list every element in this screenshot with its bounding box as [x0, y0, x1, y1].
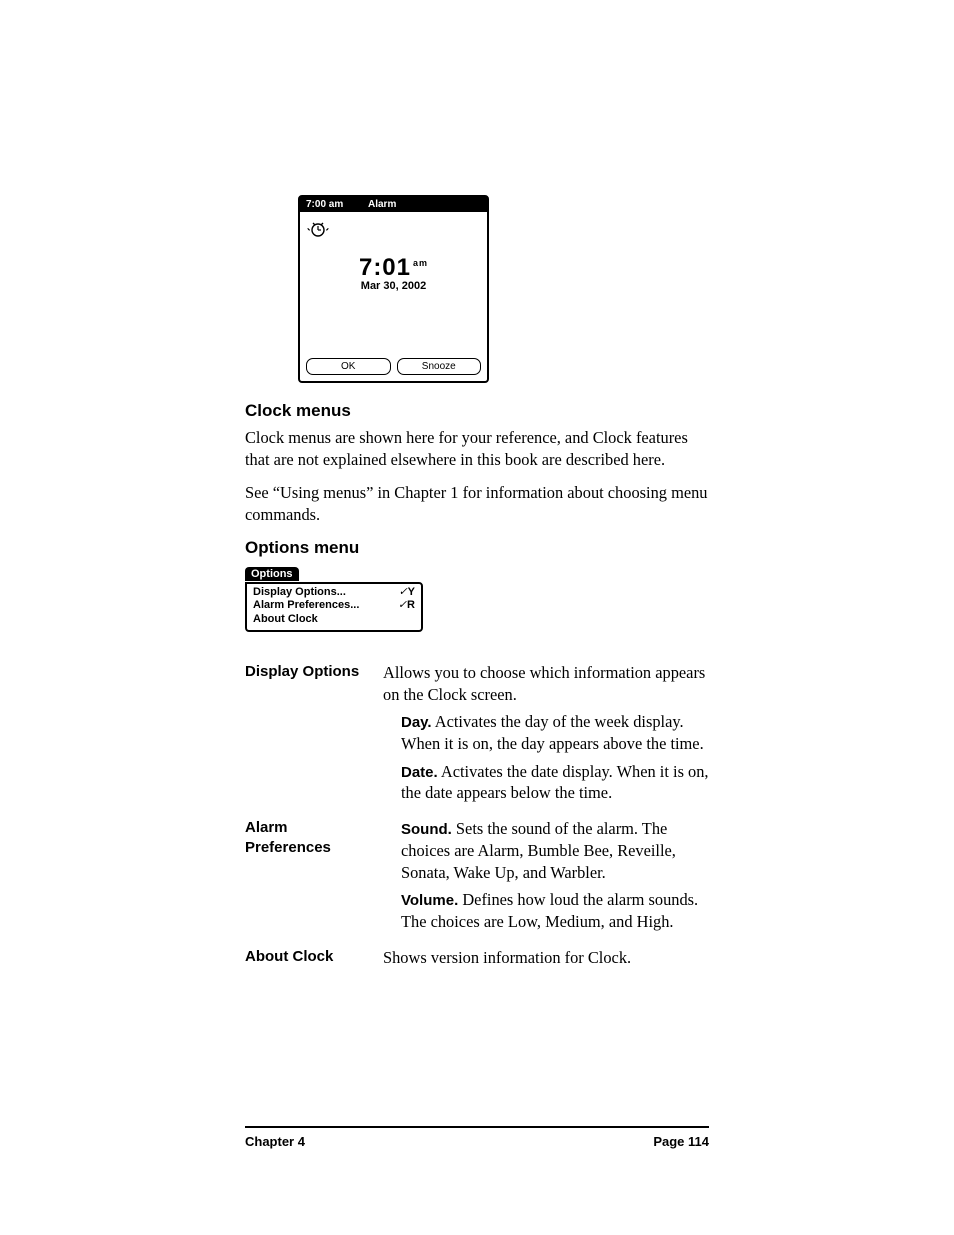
display-options-intro: Allows you to choose which information a…	[383, 662, 709, 705]
ok-button[interactable]: OK	[306, 358, 391, 375]
volume-label: Volume.	[401, 892, 458, 909]
options-menu-tab: Options	[245, 567, 299, 581]
menu-item-label: Display Options...	[253, 586, 346, 600]
alarm-time-value: 7:01	[359, 254, 411, 281]
options-menu-figure: Options Display Options... ✓Y Alarm Pref…	[245, 564, 709, 632]
menu-item-label: Alarm Preferences...	[253, 599, 359, 613]
sound-label: Sound.	[401, 821, 452, 838]
options-menu-item-alarm-prefs[interactable]: Alarm Preferences... ✓R	[251, 599, 417, 613]
alarm-body: 7:01am Mar 30, 2002	[300, 212, 487, 352]
heading-options-menu: Options menu	[245, 538, 709, 558]
day-label: Day.	[401, 714, 432, 731]
alarm-date: Mar 30, 2002	[300, 280, 487, 292]
desc-display-options: Allows you to choose which information a…	[383, 662, 709, 804]
display-options-date: Date. Activates the date display. When i…	[383, 761, 709, 804]
options-menu-item-display[interactable]: Display Options... ✓Y	[251, 586, 417, 600]
day-text: Activates the day of the week display. W…	[401, 712, 704, 753]
menu-item-label: About Clock	[253, 613, 318, 627]
alarm-big-time: 7:01am	[300, 254, 487, 282]
alarm-screenshot: 7:00 am Alarm 7:01am Mar 30, 2002	[298, 195, 489, 383]
footer-chapter: Chapter 4	[245, 1134, 305, 1149]
snooze-button[interactable]: Snooze	[397, 358, 482, 375]
menu-item-shortcut: ✓R	[398, 599, 415, 613]
footer-page: Page 114	[653, 1134, 709, 1149]
term-alarm-preferences: Alarm Preferences	[245, 818, 373, 933]
menu-item-shortcut: ✓Y	[398, 586, 415, 600]
display-options-day: Day. Activates the day of the week displ…	[383, 711, 709, 754]
desc-about-clock: Shows version information for Clock.	[383, 947, 709, 969]
page-footer: Chapter 4 Page 114	[245, 1126, 709, 1149]
alarm-prefs-sound: Sound. Sets the sound of the alarm. The …	[383, 818, 709, 883]
date-text: Activates the date display. When it is o…	[401, 762, 709, 803]
paragraph-see-also: See “Using menus” in Chapter 1 for infor…	[245, 482, 709, 525]
alarm-ampm: am	[413, 258, 428, 268]
options-menu-item-about[interactable]: About Clock	[251, 613, 417, 627]
alarm-titlebar: 7:00 am Alarm	[300, 197, 487, 212]
term-about-clock: About Clock	[245, 947, 373, 969]
alarm-button-row: OK Snooze	[300, 352, 487, 381]
options-menu-box: Display Options... ✓Y Alarm Preferences.…	[245, 582, 423, 632]
date-label: Date.	[401, 764, 438, 781]
paragraph-intro: Clock menus are shown here for your refe…	[245, 427, 709, 470]
term-display-options: Display Options	[245, 662, 373, 804]
desc-alarm-preferences: Sound. Sets the sound of the alarm. The …	[383, 818, 709, 933]
document-page: 7:00 am Alarm 7:01am Mar 30, 2002	[0, 0, 954, 1235]
alarm-prefs-volume: Volume. Defines how loud the alarm sound…	[383, 889, 709, 932]
alarm-top-time: 7:00 am	[306, 199, 368, 210]
alarm-top-title: Alarm	[368, 199, 396, 210]
heading-clock-menus: Clock menus	[245, 401, 709, 421]
alarm-clock-icon	[306, 220, 330, 238]
definition-list: Display Options Allows you to choose whi…	[245, 662, 709, 968]
